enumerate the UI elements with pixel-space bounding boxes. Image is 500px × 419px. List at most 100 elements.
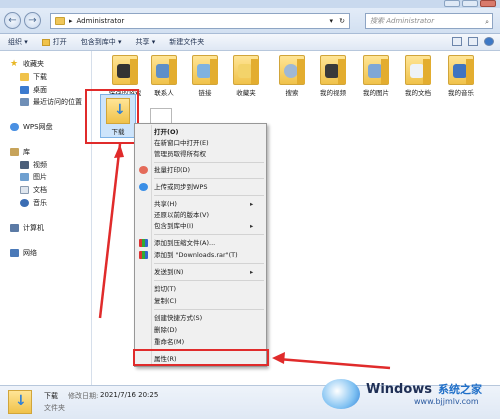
address-field[interactable]: ▸ Administrator ▾ ↻ [50,13,350,29]
sidebar-item-videos[interactable]: 视频 [20,160,47,170]
menu-item-upload-wps[interactable]: 上传或同步到WPS [154,182,207,193]
address-dropdown-icon[interactable]: ▾ [329,17,333,25]
folder-label: 我的音乐 [448,89,474,97]
share-button[interactable]: 共享 ▾ [136,37,156,47]
sidebar-item-documents[interactable]: 文档 [20,185,47,195]
folder-icon [448,55,474,85]
archive-icon [139,239,148,247]
sidebar-item-recent[interactable]: 最近访问的位置 [20,97,82,107]
context-menu: 打开(O) 在新窗口中打开(E) 管理员取得所有权 批量打印(D) 上传或同步到… [134,123,267,367]
sidebar-item-wps[interactable]: WPS网盘 [10,122,53,132]
menu-item-open-new-window[interactable]: 在新窗口中打开(E) [154,138,209,149]
command-bar: 组织 ▾ 打开 包含到库中 ▾ 共享 ▾ 新建文件夹 [0,34,500,51]
folder-item-my-videos[interactable]: 我的视频 [312,55,354,105]
menu-item-copy[interactable]: 复制(C) [154,296,177,307]
sidebar-item-libraries[interactable]: 库 [10,147,30,157]
title-bar [0,0,500,8]
recent-places-icon [20,98,29,106]
folder-item-my-documents[interactable]: 我的文档 [397,55,439,105]
folder-icon [279,55,305,85]
back-button[interactable]: ← [4,12,21,29]
music-icon [453,64,467,78]
downloads-icon [20,73,29,81]
sidebar-item-desktop[interactable]: 桌面 [20,85,47,95]
new-folder-button[interactable]: 新建文件夹 [169,37,204,47]
menu-item-create-shortcut[interactable]: 创建快捷方式(S) [154,313,202,324]
print-icon [139,166,148,174]
watermark-brand: Windows [366,382,433,397]
sidebar-item-label: 网络 [23,249,37,257]
folder-label: 收藏夹 [236,89,256,97]
maximize-button[interactable] [462,0,478,7]
menu-item-add-rar[interactable]: 添加到 "Downloads.rar"(T) [154,250,238,261]
highlight-box-properties [133,349,269,366]
preview-pane-icon[interactable] [468,37,478,46]
forward-button[interactable]: → [24,12,41,29]
search-input[interactable]: 搜索 Administrator ⌕ [365,13,493,29]
organize-button[interactable]: 组织 ▾ [8,37,28,47]
refresh-icon[interactable]: ↻ [339,17,345,25]
breadcrumb-administrator[interactable]: Administrator [77,17,125,25]
folder-item-favorites[interactable]: 收藏夹 [225,55,267,105]
sidebar-item-downloads[interactable]: 下载 [20,72,47,82]
menu-item-delete[interactable]: 删除(D) [154,325,177,336]
open-label: 打开 [52,38,67,46]
sidebar-item-label: 桌面 [33,86,47,94]
menu-item-cut[interactable]: 剪切(T) [154,284,176,295]
change-view-icon[interactable] [452,37,462,46]
folder-item-searches[interactable]: 搜索 [271,55,313,105]
menu-separator [154,280,264,281]
folder-icon [112,55,138,85]
status-item-type: 文件夹 [44,404,65,412]
menu-separator [154,178,264,179]
sidebar-item-label: WPS网盘 [23,123,53,131]
folder-item-my-pictures[interactable]: 我的图片 [355,55,397,105]
sidebar-item-network[interactable]: 网络 [10,248,37,258]
video-icon [325,64,339,78]
menu-item-include-library[interactable]: 包含到库中(I) ▸ [154,221,253,232]
folder-icon [405,55,431,85]
open-button[interactable]: 打开 [41,37,67,47]
menu-item-open[interactable]: 打开(O) [154,127,178,138]
network-icon [10,249,19,257]
search-icon [284,64,298,78]
contacts-icon [156,64,170,78]
minimize-button[interactable] [444,0,460,7]
submenu-arrow-icon: ▸ [250,268,254,276]
menu-item-rename[interactable]: 重命名(M) [154,337,184,348]
menu-item-restore-previous[interactable]: 还原以前的版本(V) [154,210,209,221]
picture-icon [20,173,29,181]
submenu-arrow-icon: ▸ [250,222,254,230]
watermark-text: Windows 系统之家 www.bjjmlv.com [366,381,482,406]
link-icon [197,64,211,78]
menu-item-batch-print[interactable]: 批量打印(D) [154,165,190,176]
star-icon [238,64,252,78]
include-in-library-button[interactable]: 包含到库中 ▾ [81,37,122,47]
download-arrow-icon: ↓ [15,393,27,409]
document-icon [410,64,424,78]
menu-item-send-to[interactable]: 发送到(N) ▸ [154,267,253,278]
folder-label: 链接 [198,89,212,97]
sidebar-item-computer[interactable]: 计算机 [10,223,44,233]
sidebar-item-pictures[interactable]: 图片 [20,172,47,182]
menu-item-label: 包含到库中(I) [154,222,194,230]
sidebar-item-label: 音乐 [33,199,47,207]
help-icon[interactable] [484,37,494,46]
document-icon [20,186,29,194]
highlight-box-downloads [85,89,139,144]
search-placeholder: 搜索 Administrator [370,17,435,25]
cloud-icon [10,123,19,131]
folder-item-contacts[interactable]: 联系人 [143,55,185,105]
sidebar-item-favorites[interactable]: ★ 收藏夹 [10,59,44,69]
menu-item-take-ownership[interactable]: 管理员取得所有权 [154,149,206,160]
folder-item-links[interactable]: 链接 [184,55,226,105]
menu-item-add-archive[interactable]: 添加到压缩文件(A)... [154,238,215,249]
downloads-folder-icon: ↓ [8,390,32,414]
search-icon[interactable]: ⌕ [485,15,489,29]
menu-item-share[interactable]: 共享(H) ▸ [154,199,253,210]
close-button[interactable] [480,0,496,7]
sidebar-item-music[interactable]: 音乐 [20,198,47,208]
folder-item-my-music[interactable]: 我的音乐 [440,55,482,105]
menu-item-label: 发送到(N) [154,268,184,276]
sidebar-item-label: 文档 [33,186,47,194]
